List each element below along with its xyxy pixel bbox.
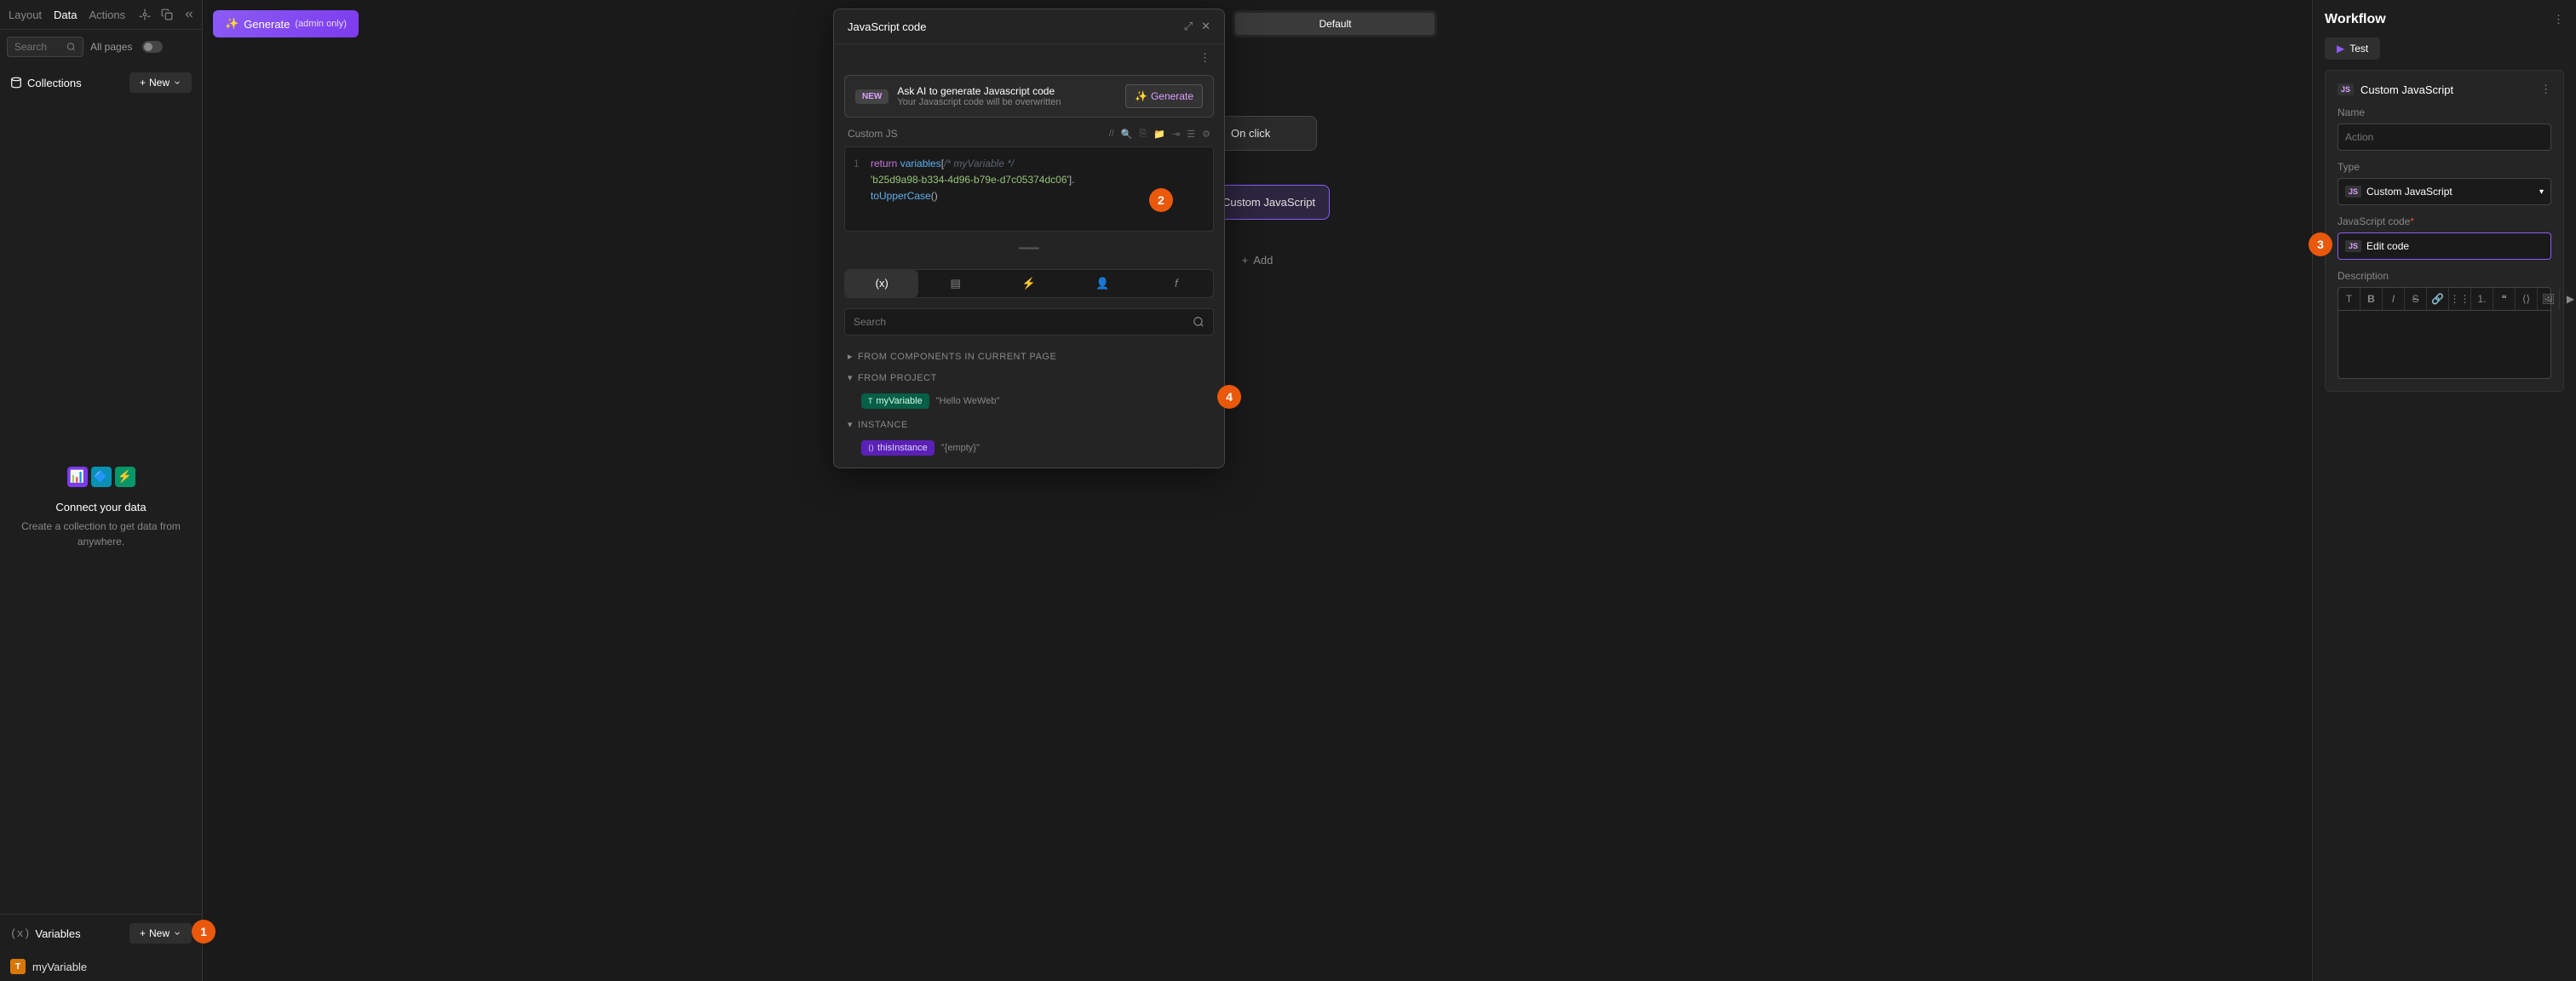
add-action-button[interactable]: +Add bbox=[1242, 254, 1274, 267]
format-italic-icon[interactable]: I bbox=[2383, 288, 2405, 310]
callout-2: 2 bbox=[1149, 188, 1173, 212]
instance-var-value: "{empty}" bbox=[941, 443, 980, 453]
settings-icon[interactable] bbox=[137, 7, 152, 22]
empty-title: Connect your data bbox=[55, 501, 146, 513]
test-button[interactable]: ▶Test bbox=[2325, 37, 2380, 60]
group-components[interactable]: ▸FROM COMPONENTS IN CURRENT PAGE bbox=[834, 346, 1224, 367]
group-instance[interactable]: ▾INSTANCE bbox=[834, 414, 1224, 435]
format-video-icon[interactable]: ▶ bbox=[2560, 288, 2576, 310]
tab-data[interactable]: Data bbox=[54, 9, 77, 21]
js-badge-icon: JS bbox=[2345, 240, 2361, 252]
toolbar-slash-icon[interactable]: // bbox=[1109, 129, 1114, 140]
copy-icon[interactable] bbox=[159, 7, 175, 22]
callout-3: 3 bbox=[2309, 232, 2332, 256]
all-pages-toggle[interactable] bbox=[142, 41, 163, 53]
code-panel-title: JavaScript code bbox=[848, 20, 927, 33]
search-icon bbox=[66, 41, 76, 53]
close-icon[interactable]: ✕ bbox=[1201, 20, 1210, 33]
format-ul-icon[interactable]: ⋮⋮ bbox=[2449, 288, 2471, 310]
ai-generate-button[interactable]: ✨Generate bbox=[1125, 84, 1203, 108]
project-var-value: "Hello WeWeb" bbox=[936, 396, 1000, 406]
variables-title: (x) Variables bbox=[10, 927, 81, 940]
mod-tab-data[interactable]: ▤ bbox=[918, 270, 992, 297]
name-input[interactable] bbox=[2337, 123, 2551, 151]
generate-button[interactable]: ✨ Generate (admin only) bbox=[213, 10, 359, 37]
chevron-down-icon bbox=[173, 927, 181, 939]
more-icon[interactable]: ⋮ bbox=[1199, 51, 1210, 64]
card-more-icon[interactable]: ⋮ bbox=[2540, 83, 2551, 96]
type-select[interactable]: JS Custom JavaScript ▾ bbox=[2337, 178, 2551, 205]
instance-var-chip[interactable]: ⟨⟩thisInstance bbox=[861, 440, 934, 456]
format-text-icon[interactable]: T bbox=[2338, 288, 2360, 310]
format-code-icon[interactable]: ⟨⟩ bbox=[2516, 288, 2538, 310]
new-badge: NEW bbox=[855, 89, 888, 104]
state-tab-default[interactable]: Default bbox=[1235, 13, 1435, 35]
all-pages-label: All pages bbox=[90, 41, 132, 53]
text-type-badge: T bbox=[10, 959, 26, 974]
toolbar-settings-icon[interactable]: ⚙ bbox=[1202, 129, 1210, 140]
variable-item[interactable]: T myVariable bbox=[0, 952, 202, 981]
callout-1: 1 bbox=[192, 920, 216, 944]
code-label: JavaScript code* bbox=[2337, 215, 2551, 227]
toolbar-copy-icon[interactable]: ⎘ bbox=[1140, 129, 1147, 140]
search-icon bbox=[1193, 316, 1205, 328]
group-project[interactable]: ▾FROM PROJECT bbox=[834, 367, 1224, 388]
custom-js-label: Custom JS bbox=[848, 128, 898, 140]
collections-title: Collections bbox=[10, 77, 82, 89]
line-number: 1 bbox=[854, 156, 871, 172]
format-image-icon[interactable]: 🖼 bbox=[2538, 288, 2560, 310]
toolbar-collapse-icon[interactable]: ⇥ bbox=[1172, 129, 1180, 140]
format-link-icon[interactable]: 🔗 bbox=[2427, 288, 2449, 310]
callout-4: 4 bbox=[1217, 385, 1241, 409]
ai-subtitle: Your Javascript code will be overwritten bbox=[897, 97, 1117, 107]
format-bold-icon[interactable]: B bbox=[2360, 288, 2383, 310]
format-quote-icon[interactable]: ❝ bbox=[2493, 288, 2516, 310]
workflow-title: Workflow bbox=[2325, 12, 2386, 27]
format-strike-icon[interactable]: S bbox=[2405, 288, 2427, 310]
database-icon bbox=[10, 77, 22, 89]
project-var-chip[interactable]: TmyVariable bbox=[861, 393, 929, 409]
empty-desc: Create a collection to get data from any… bbox=[17, 519, 185, 549]
expand-icon[interactable]: ⤢ bbox=[1184, 20, 1193, 33]
variable-name: myVariable bbox=[32, 961, 87, 973]
empty-state-icons: 📊 🔷 ⚡ bbox=[67, 467, 135, 487]
search-input[interactable] bbox=[14, 41, 61, 53]
tab-layout[interactable]: Layout bbox=[9, 9, 42, 21]
toolbar-list-icon[interactable]: ☰ bbox=[1187, 129, 1195, 140]
new-variable-button[interactable]: +New bbox=[129, 923, 192, 944]
new-collection-button[interactable]: +New bbox=[129, 72, 192, 93]
trigger-label: On click bbox=[1231, 127, 1270, 140]
variable-search[interactable] bbox=[844, 308, 1214, 336]
toolbar-search-icon[interactable]: 🔍 bbox=[1121, 129, 1133, 140]
action-label: Custom JavaScript bbox=[1222, 196, 1315, 209]
mod-tab-formula[interactable]: f bbox=[1140, 270, 1213, 297]
mod-tab-variables[interactable]: (x) bbox=[845, 270, 918, 297]
ai-title: Ask AI to generate Javascript code bbox=[897, 85, 1117, 97]
chevron-down-icon: ▾ bbox=[2539, 187, 2544, 197]
format-ol-icon[interactable]: 1. bbox=[2471, 288, 2493, 310]
search-box[interactable] bbox=[7, 37, 83, 57]
collapse-icon[interactable] bbox=[181, 7, 197, 22]
mod-tab-actions[interactable]: ⚡ bbox=[992, 270, 1066, 297]
type-label: Type bbox=[2337, 161, 2551, 173]
mod-tab-user[interactable]: 👤 bbox=[1066, 270, 1139, 297]
workflow-more-icon[interactable]: ⋮ bbox=[2553, 13, 2564, 26]
toolbar-folder-icon[interactable]: 📁 bbox=[1153, 129, 1165, 140]
name-label: Name bbox=[2337, 106, 2551, 118]
description-editor[interactable] bbox=[2337, 311, 2551, 379]
chevron-down-icon bbox=[173, 77, 181, 89]
desc-label: Description bbox=[2337, 270, 2551, 282]
card-title: Custom JavaScript bbox=[2360, 83, 2453, 96]
js-badge-icon: JS bbox=[2337, 83, 2354, 95]
js-badge-icon: JS bbox=[2345, 186, 2361, 198]
variable-search-input[interactable] bbox=[854, 316, 1193, 328]
edit-code-button[interactable]: JS Edit code bbox=[2337, 232, 2551, 260]
tab-actions[interactable]: Actions bbox=[89, 9, 126, 21]
